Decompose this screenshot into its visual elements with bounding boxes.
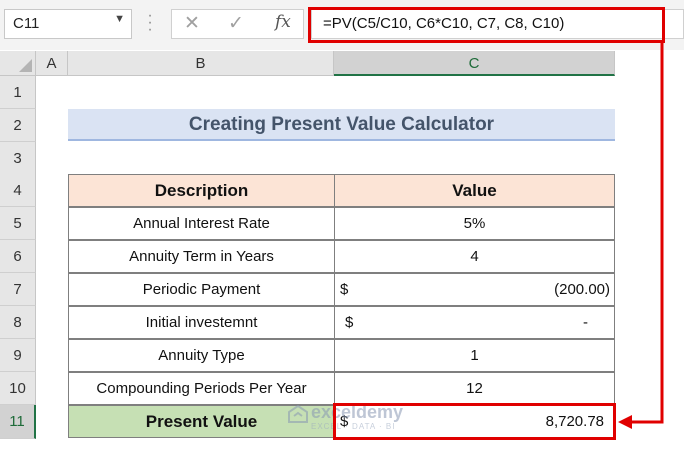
- connector-arrow: [618, 43, 664, 429]
